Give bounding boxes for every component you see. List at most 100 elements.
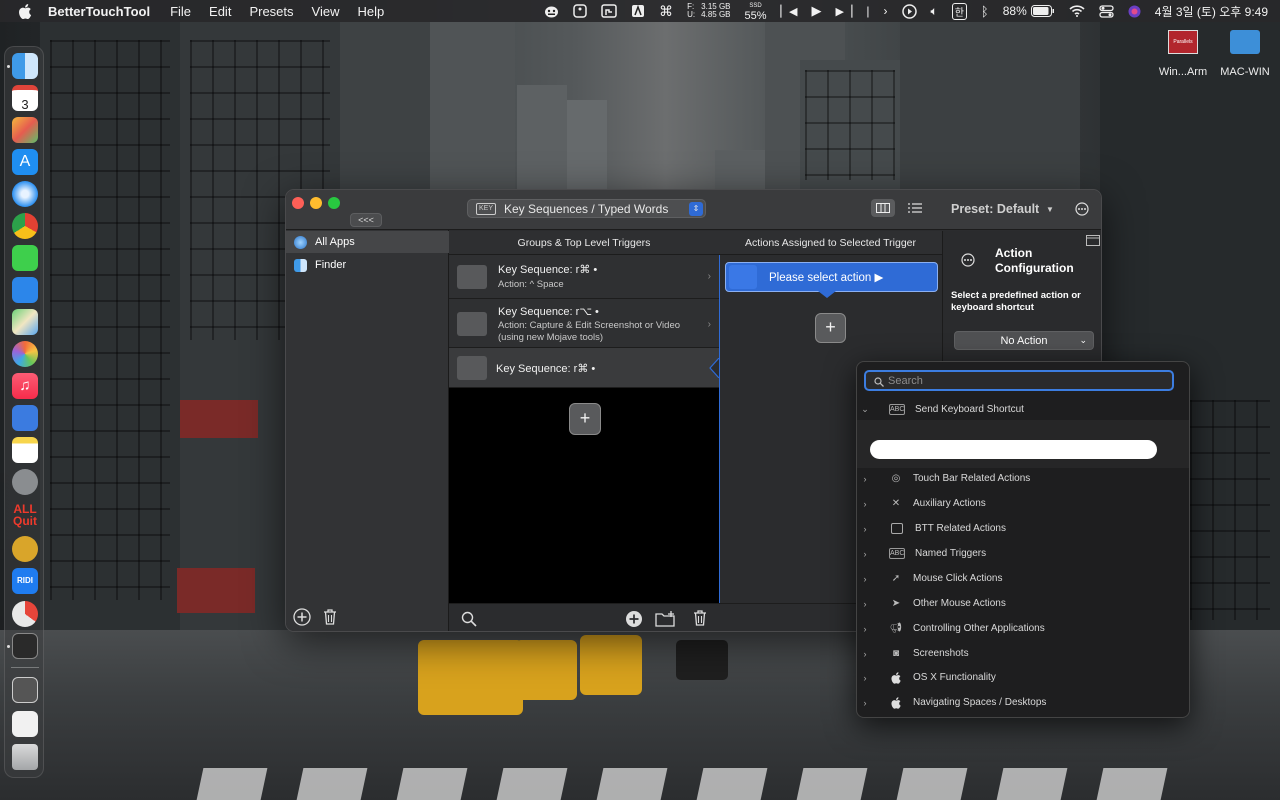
ssd-readout[interactable]: SSD 55%: [745, 1, 767, 22]
category-row[interactable]: › Navigating Spaces / Desktops: [857, 690, 1189, 715]
menu-file[interactable]: File: [170, 4, 191, 19]
shortcut-recorder-field[interactable]: [870, 440, 1157, 459]
list-view-icon[interactable]: [908, 203, 922, 213]
bluetooth-icon[interactable]: ᛒ: [981, 4, 989, 19]
add-group-folder-icon[interactable]: [655, 611, 677, 627]
control-center-icon[interactable]: [1099, 4, 1114, 18]
safari-icon[interactable]: [12, 181, 38, 207]
search-icon[interactable]: [461, 611, 477, 627]
close-button[interactable]: [292, 197, 304, 209]
istat-icon[interactable]: [12, 601, 38, 627]
config-title: Action Configuration: [995, 246, 1074, 275]
chevron-icon[interactable]: ›: [884, 4, 888, 18]
category-row[interactable]: › ➤ Other Mouse Actions: [857, 591, 1189, 616]
trigger-type-dropdown[interactable]: KEY Key Sequences / Typed Words ⇕: [467, 199, 706, 218]
menu-edit[interactable]: Edit: [209, 4, 231, 19]
column-view-toggle[interactable]: [871, 199, 895, 217]
input-source-icon[interactable]: 한: [951, 2, 967, 20]
abc-icon: ABC: [889, 548, 905, 559]
add-trigger-button[interactable]: +: [569, 403, 601, 435]
calendar-icon[interactable]: 3: [12, 85, 38, 112]
pipe-icon[interactable]: |: [866, 4, 869, 18]
minimize-button[interactable]: [310, 197, 322, 209]
apple-menu-icon[interactable]: [18, 3, 32, 19]
square-icon[interactable]: [573, 4, 587, 18]
no-action-dropdown[interactable]: No Action ⌄: [954, 331, 1094, 350]
menu-presets[interactable]: Presets: [249, 4, 293, 19]
keyboard-icon[interactable]: [601, 4, 617, 18]
prev-track-icon[interactable]: ▏◀: [781, 5, 798, 18]
preset-selector[interactable]: Preset: Default: [951, 202, 1039, 216]
trigger-row[interactable]: Key Sequence: r⌘ • Action: ^ Space ›: [449, 255, 719, 299]
volume-icon[interactable]: 🔈︎: [931, 4, 938, 19]
config-hint: Select a predefined action or keyboard s…: [951, 290, 1081, 313]
notes-icon[interactable]: [12, 437, 38, 463]
bear-icon[interactable]: [544, 5, 559, 18]
category-row[interactable]: › ABC Named Triggers: [857, 541, 1189, 566]
zoom-button[interactable]: [328, 197, 340, 209]
trigger-title: Key Sequence: r⌘ •: [498, 264, 598, 276]
trigger-row-selected[interactable]: Key Sequence: r⌘ •: [449, 348, 719, 388]
sidebar-item-finder[interactable]: Finder: [286, 254, 449, 276]
delete-app-button[interactable]: [322, 608, 338, 626]
keynote-icon[interactable]: [12, 405, 38, 431]
storage-readout[interactable]: F: U: 3.15 GB 4.85 GB: [687, 3, 730, 19]
add-trigger-toolbar-button[interactable]: [625, 610, 643, 628]
more-options-icon[interactable]: [1075, 202, 1089, 216]
ridi-icon[interactable]: RIDI: [12, 568, 38, 594]
all-quit-icon[interactable]: ALL Quit: [12, 503, 38, 529]
waveform-icon[interactable]: [12, 536, 38, 562]
finder-icon[interactable]: [12, 53, 38, 79]
play-icon[interactable]: ▶: [811, 3, 821, 19]
category-send-keyboard-shortcut[interactable]: ⌄ ABC Send Keyboard Shortcut: [857, 397, 1189, 422]
category-row[interactable]: › ◎ Touch Bar Related Actions: [857, 466, 1189, 491]
abc-icon: ABC: [889, 404, 905, 415]
menu-clock[interactable]: 4월 3일 (토) 오후 9:49: [1155, 3, 1268, 20]
delete-trigger-button[interactable]: [692, 609, 708, 627]
more-options-icon[interactable]: [961, 253, 975, 267]
chevron-right-icon: ›: [863, 473, 867, 484]
command-icon[interactable]: ⌘: [659, 3, 673, 20]
trash-icon[interactable]: [12, 744, 38, 770]
category-label: Named Triggers: [915, 548, 987, 559]
category-row[interactable]: › ◙ Screenshots: [857, 641, 1189, 666]
search-placeholder: Search: [888, 374, 923, 387]
menu-help[interactable]: Help: [357, 4, 384, 19]
add-action-button[interactable]: +: [815, 313, 846, 343]
menu-app-name[interactable]: BetterTouchTool: [48, 4, 150, 19]
select-action-button[interactable]: Please select action ▶: [725, 262, 938, 292]
screenshot-thumb-icon[interactable]: [12, 677, 38, 703]
launchpad-icon[interactable]: [12, 117, 38, 143]
desktop-icon-mac-win[interactable]: MAC-WIN: [1205, 30, 1280, 78]
trigger-row[interactable]: Key Sequence: r⌥ • Action: Capture & Edi…: [449, 299, 719, 348]
search-input[interactable]: Search: [864, 370, 1174, 391]
no-action-label: No Action: [1000, 334, 1048, 347]
app-store-icon[interactable]: A: [12, 149, 38, 175]
category-row[interactable]: › 📢︎ Controlling Other Applications: [857, 616, 1189, 641]
text-icon[interactable]: [631, 4, 645, 18]
messages-icon[interactable]: [12, 245, 38, 271]
category-row[interactable]: › BTT Related Actions: [857, 516, 1189, 541]
mail-icon[interactable]: [12, 277, 38, 303]
category-row[interactable]: › OS X Functionality: [857, 665, 1189, 690]
document-thumb-icon[interactable]: [12, 711, 38, 737]
system-preferences-icon[interactable]: [12, 469, 38, 495]
bettertouchtool-icon[interactable]: [12, 633, 38, 659]
trigger-thumbnail: [457, 312, 487, 336]
collapse-sidebar-button[interactable]: <<<: [350, 213, 382, 227]
sidebar-item-all-apps[interactable]: All Apps: [286, 231, 449, 253]
photos-icon[interactable]: [12, 341, 38, 367]
window-toggle-icon[interactable]: [1086, 235, 1100, 246]
siri-icon[interactable]: [1128, 5, 1141, 18]
add-app-button[interactable]: [293, 608, 311, 626]
menu-view[interactable]: View: [312, 4, 340, 19]
music-icon[interactable]: ♫: [12, 373, 38, 399]
next-track-icon[interactable]: ▶▕: [835, 5, 852, 18]
maps-icon[interactable]: [12, 309, 38, 335]
category-row[interactable]: › ➚ Mouse Click Actions: [857, 566, 1189, 591]
battery-status[interactable]: 88%: [1003, 4, 1055, 18]
play-circle-icon[interactable]: [901, 3, 917, 19]
category-row[interactable]: › ✕ Auxiliary Actions: [857, 491, 1189, 516]
wifi-icon[interactable]: [1069, 5, 1085, 17]
chrome-icon[interactable]: [12, 213, 38, 239]
